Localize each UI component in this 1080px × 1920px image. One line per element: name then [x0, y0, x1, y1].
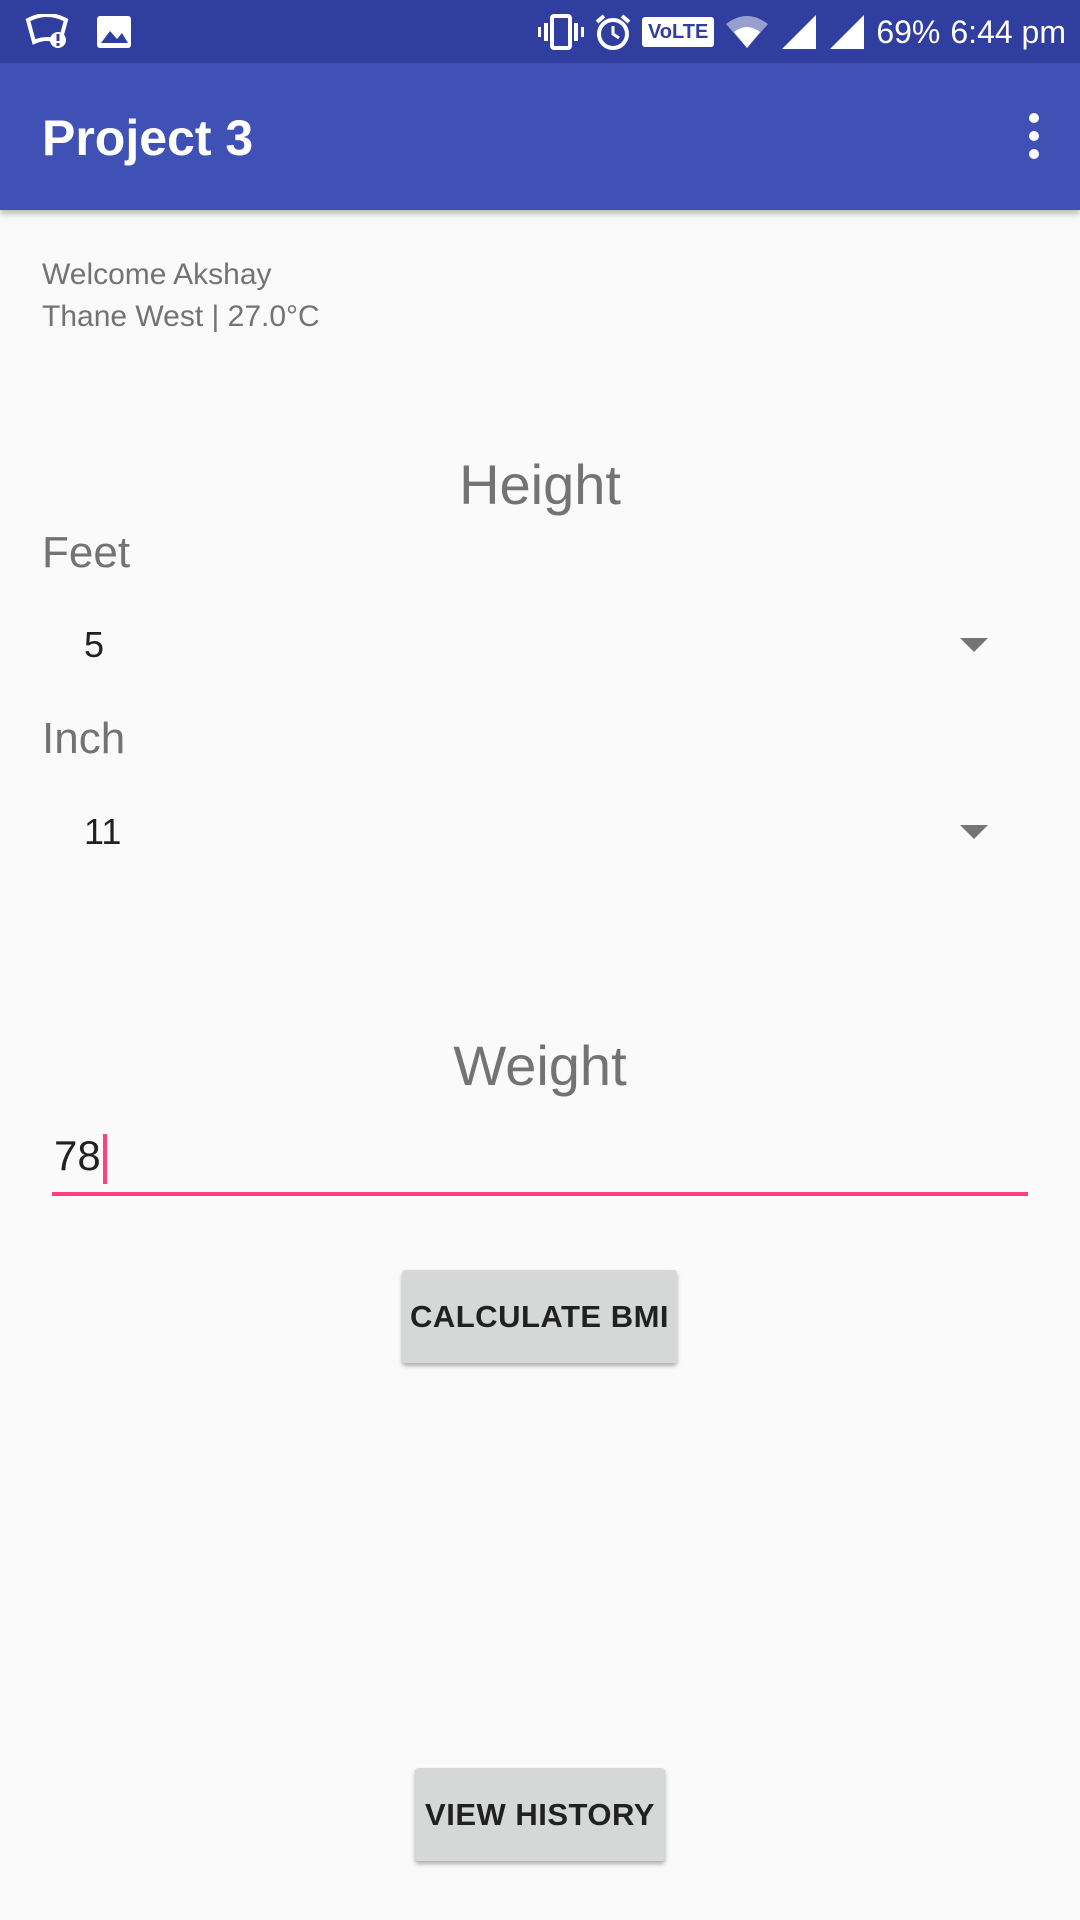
- weight-input[interactable]: 78: [52, 1120, 1028, 1196]
- signal-icon: [780, 13, 818, 51]
- app-title: Project 3: [42, 110, 254, 166]
- clock: 6:44 pm: [950, 13, 1066, 50]
- feet-value: 5: [84, 624, 105, 665]
- calculate-bmi-button[interactable]: CALCULATE BMI: [402, 1270, 677, 1363]
- welcome-greeting: Welcome Akshay: [42, 258, 272, 291]
- location-weather: Thane West | 27.0°C: [42, 300, 320, 333]
- alarm-icon: [594, 13, 632, 51]
- battery-level: 69%: [876, 13, 941, 50]
- signal-icon-2: [828, 13, 866, 51]
- dropdown-arrow-icon: [960, 825, 988, 839]
- vibrate-icon: [537, 14, 584, 50]
- text-cursor: [102, 1133, 107, 1184]
- dropdown-arrow-icon: [960, 638, 988, 652]
- status-bar: VoLTE 69% 6:44 pm: [0, 0, 1080, 63]
- inch-label: Inch: [42, 714, 126, 763]
- welcome-block: Welcome Akshay Thane West | 27.0°C: [42, 254, 320, 338]
- weight-title: Weight: [453, 1034, 627, 1097]
- notification-icon: [24, 14, 70, 50]
- app-bar: Project 3: [0, 63, 1080, 210]
- weight-value: 78: [54, 1132, 101, 1179]
- wifi-icon: [724, 14, 770, 50]
- feet-label: Feet: [42, 528, 131, 577]
- height-title: Height: [459, 453, 621, 516]
- volte-icon: VoLTE: [641, 17, 715, 47]
- view-history-button[interactable]: VIEW HISTORY: [415, 1768, 665, 1861]
- overflow-menu-icon[interactable]: [1022, 113, 1046, 159]
- inch-spinner[interactable]: 11: [42, 793, 1002, 873]
- feet-spinner[interactable]: 5: [42, 606, 1002, 686]
- image-icon: [96, 15, 132, 49]
- inch-value: 11: [84, 811, 122, 852]
